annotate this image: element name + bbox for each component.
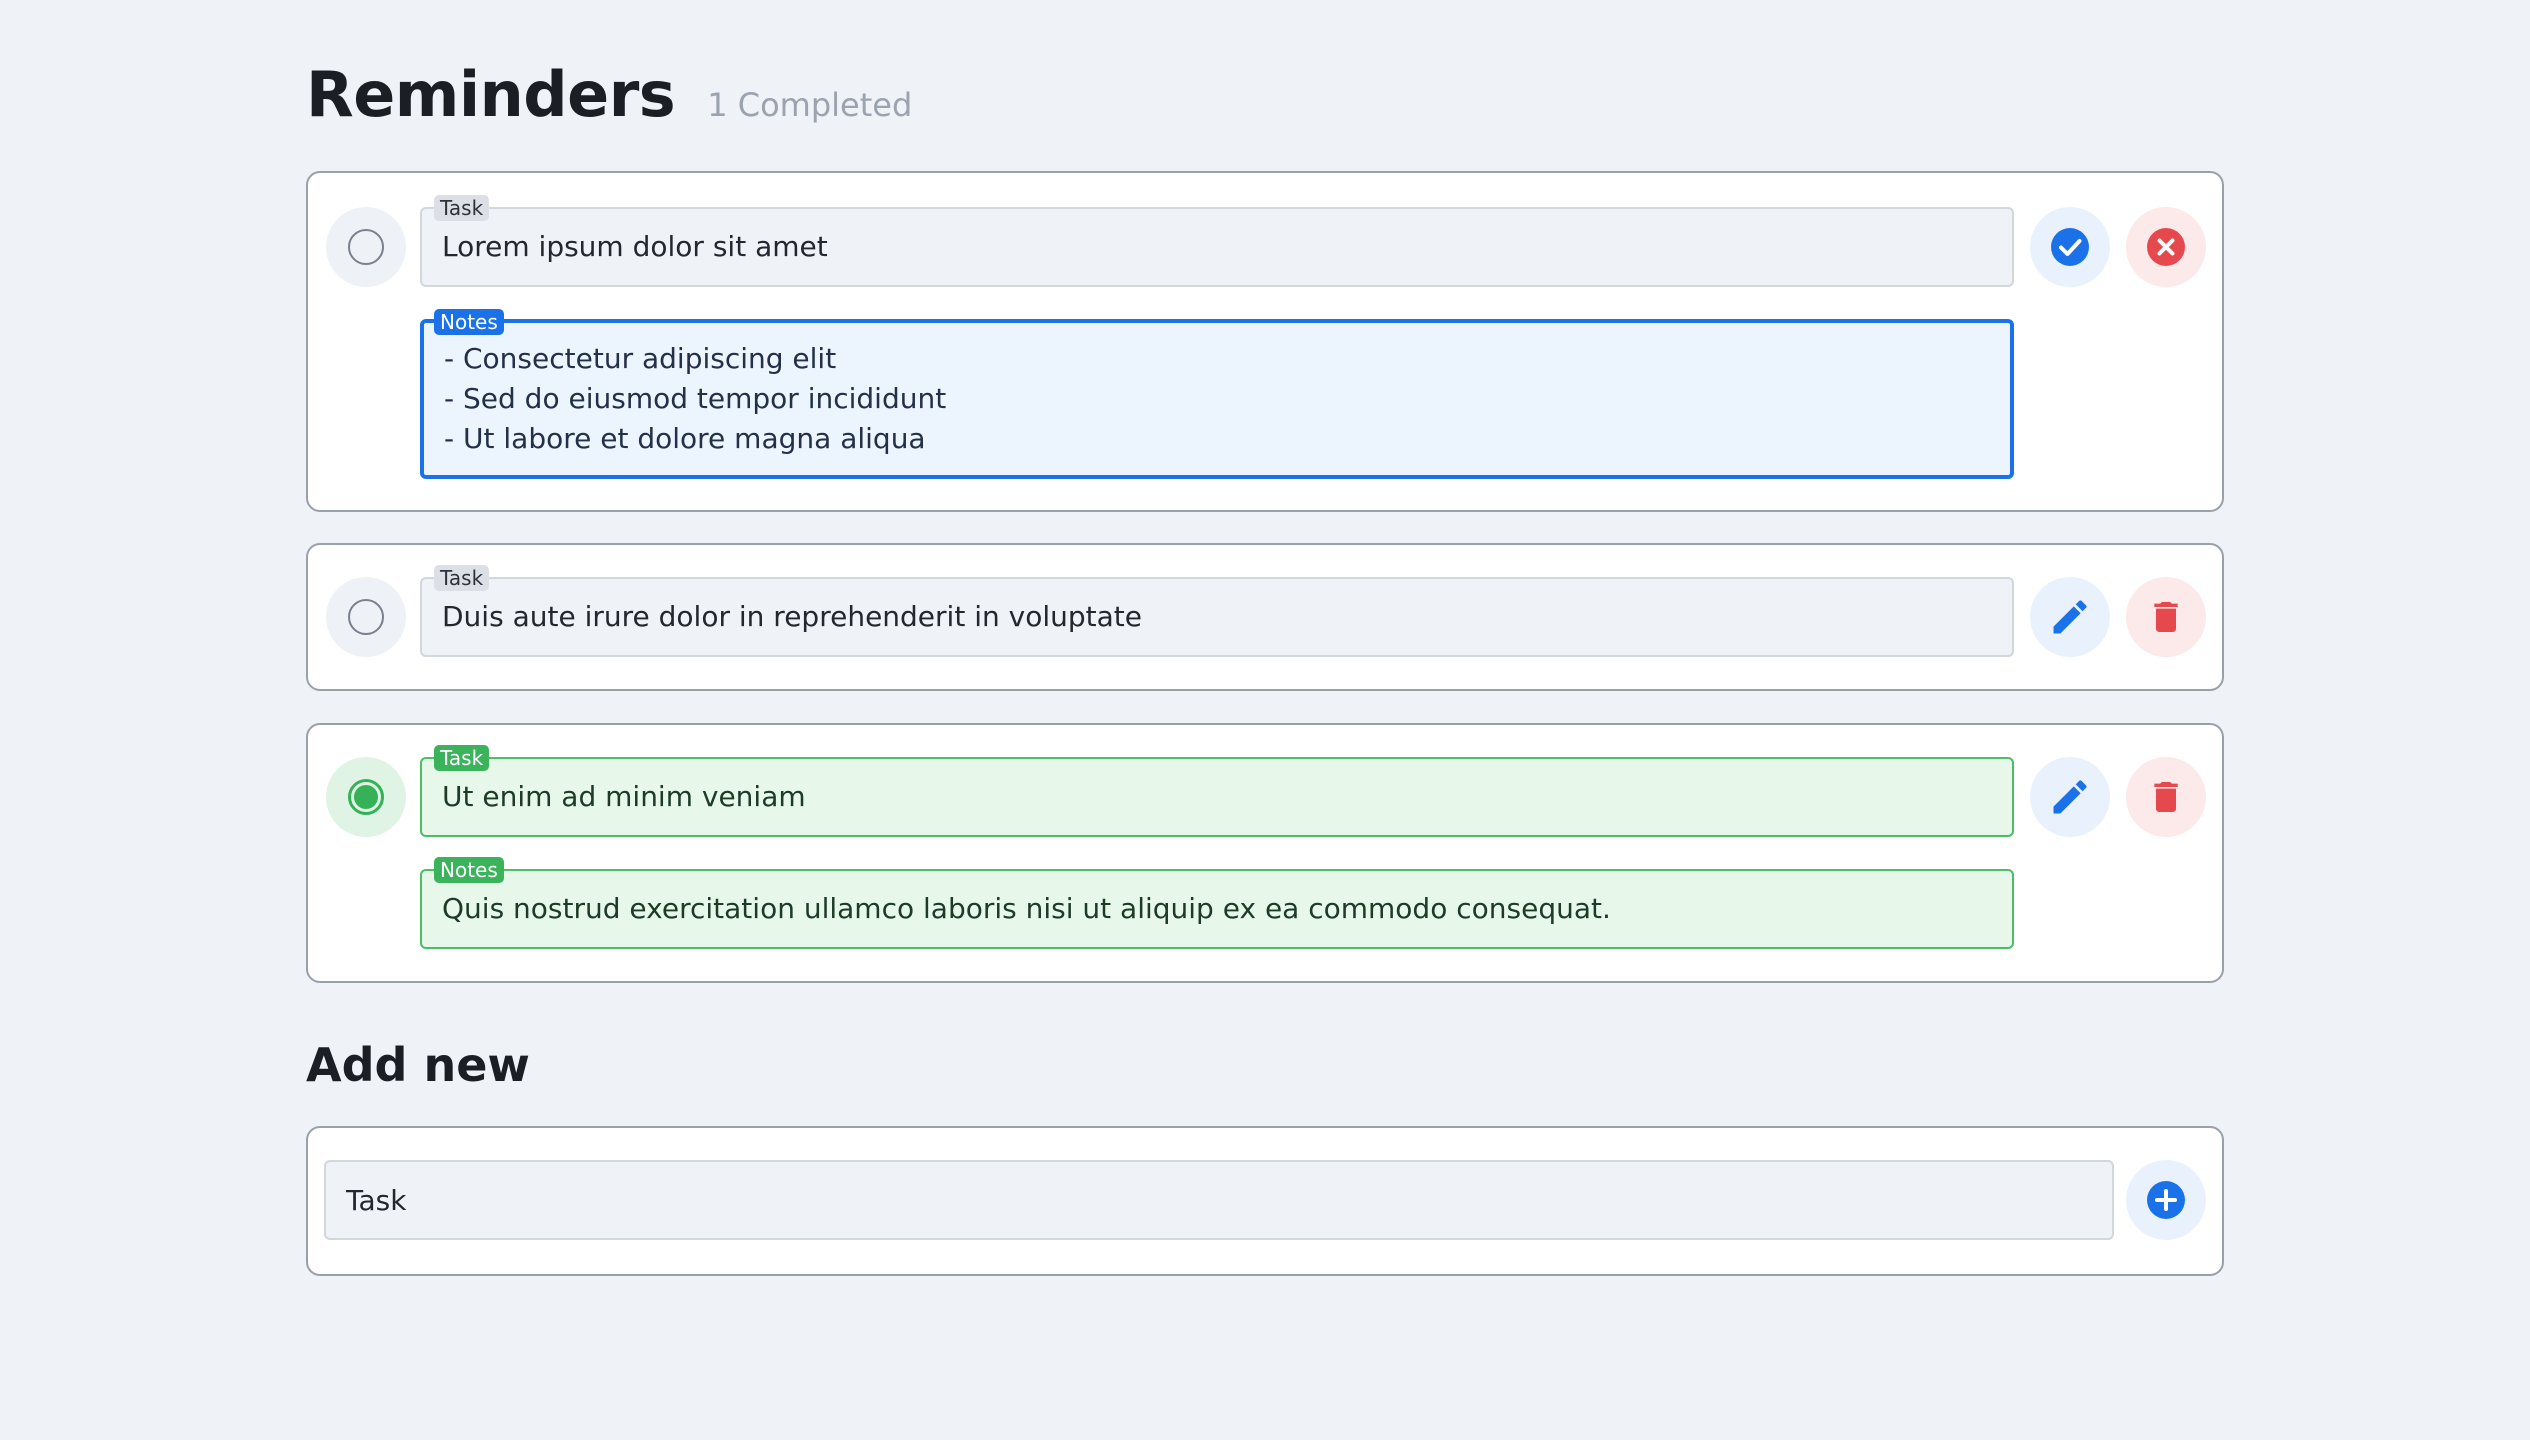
notes-text: - Consectetur adipiscing elit - Sed do e… [444,342,947,455]
task-text: Duis aute irure dolor in reprehenderit i… [442,600,1142,633]
edit-button[interactable] [2030,757,2110,837]
task-field[interactable]: Task Lorem ipsum dolor sit amet [420,195,2014,287]
complete-toggle[interactable] [326,577,406,657]
complete-toggle[interactable] [326,757,406,837]
trash-icon [2154,782,2178,812]
notes-field[interactable]: Notes - Consectetur adipiscing elit - Se… [420,309,2014,479]
delete-button[interactable] [2126,577,2206,657]
task-field[interactable]: Task Ut enim ad minim veniam [420,745,2014,837]
task-label: Task [434,745,490,771]
add-new-heading: Add new [306,1038,530,1092]
notes-label: Notes [434,857,504,883]
task-field[interactable]: Task Duis aute irure dolor in reprehende… [420,565,2014,657]
reminder-card: Task Duis aute irure dolor in reprehende… [306,543,2224,691]
task-text: Lorem ipsum dolor sit amet [442,230,828,263]
pencil-icon [2053,600,2087,634]
cancel-icon [2147,228,2185,266]
add-new-card [306,1126,2224,1276]
header: Reminders 1 Completed [306,58,912,138]
add-button[interactable] [2126,1160,2206,1240]
task-text: Ut enim ad minim veniam [442,780,806,813]
cancel-button[interactable] [2126,207,2206,287]
notes-label: Notes [434,309,504,335]
radio-checked-icon [348,779,384,815]
completed-count[interactable]: 1 Completed [707,86,912,124]
pencil-icon [2053,780,2087,814]
page-title: Reminders [306,58,676,131]
complete-toggle[interactable] [326,207,406,287]
save-button[interactable] [2030,207,2110,287]
edit-button[interactable] [2030,577,2110,657]
radio-unchecked-icon [348,599,384,635]
plus-circle-icon [2147,1181,2185,1219]
new-task-input[interactable] [324,1160,2114,1240]
notes-text: Quis nostrud exercitation ullamco labori… [442,892,1611,925]
notes-field[interactable]: Notes Quis nostrud exercitation ullamco … [420,857,2014,949]
radio-unchecked-icon [348,229,384,265]
confirm-icon [2051,228,2089,266]
reminder-card: Task Ut enim ad minim veniam Notes Quis … [306,723,2224,983]
task-label: Task [434,565,490,591]
trash-icon [2154,602,2178,632]
task-label: Task [434,195,490,221]
reminder-card: Task Lorem ipsum dolor sit amet Notes - … [306,171,2224,512]
delete-button[interactable] [2126,757,2206,837]
